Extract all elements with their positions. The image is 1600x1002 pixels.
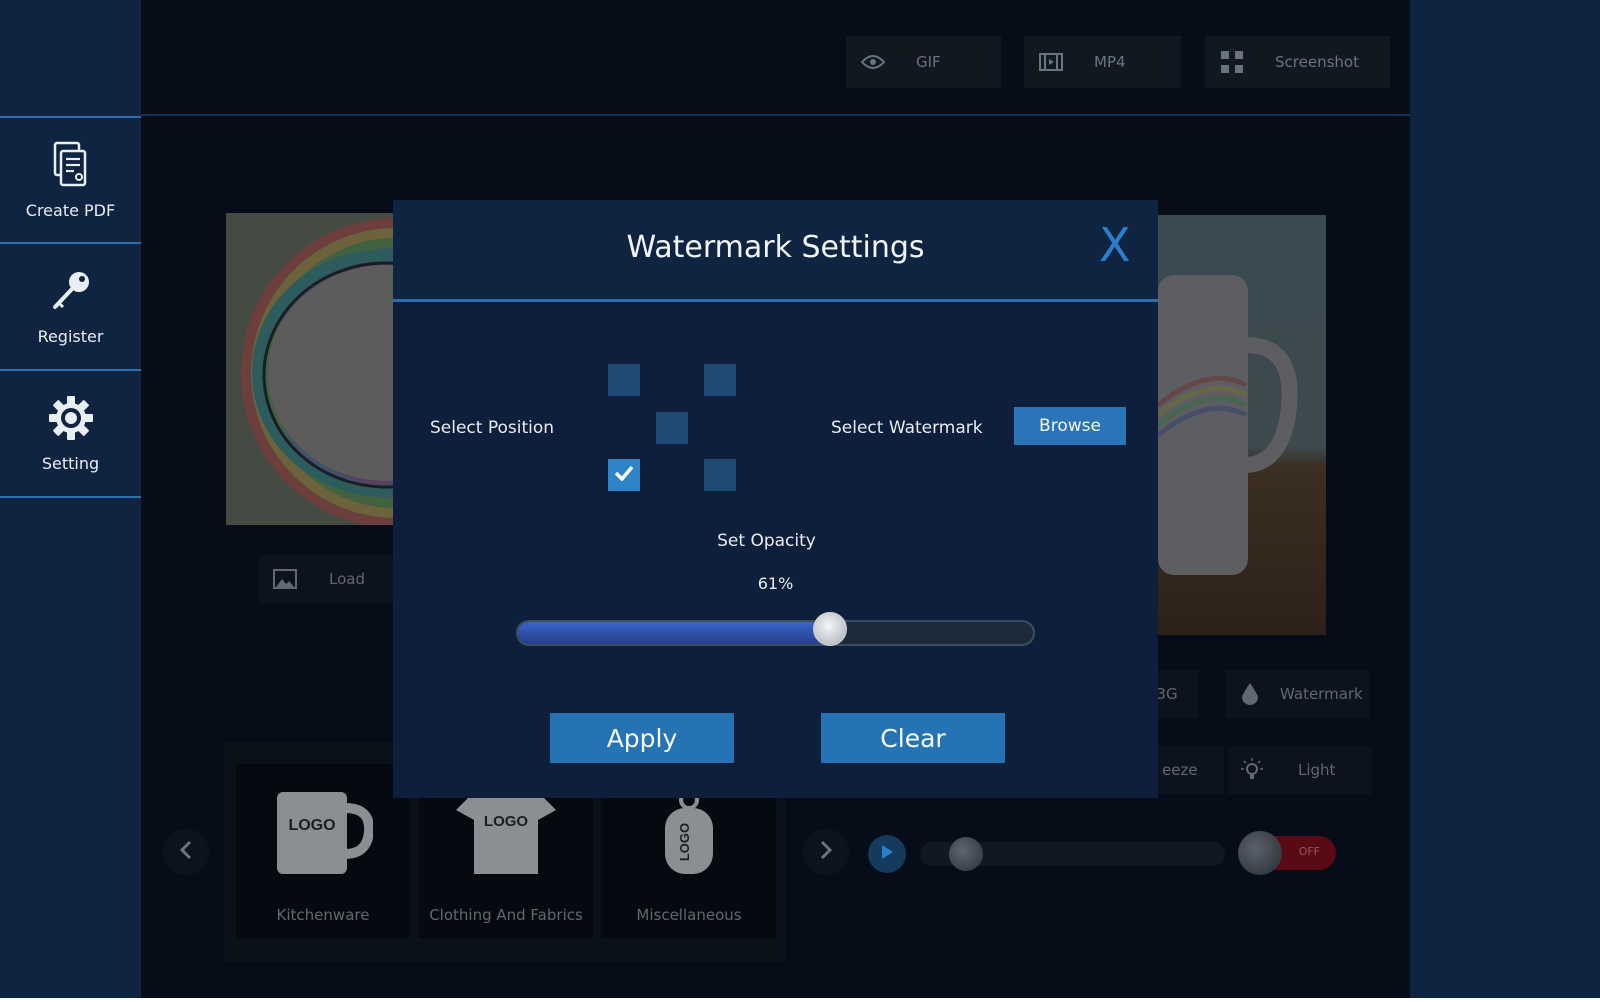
- gif-label: GIF: [916, 53, 941, 71]
- opacity-slider[interactable]: [516, 620, 1035, 646]
- mockup-image-preview: [1158, 215, 1326, 635]
- video-progress-slider[interactable]: [920, 837, 1225, 871]
- close-button[interactable]: X: [1099, 222, 1131, 268]
- tshirt-logo-icon: LOGO: [451, 788, 561, 878]
- chevron-left-icon: [179, 840, 193, 864]
- mp4-button[interactable]: MP4: [1024, 36, 1181, 88]
- keychain-logo-icon: LOGO: [634, 788, 744, 878]
- play-icon: [880, 844, 894, 864]
- bg-label: 3G: [1156, 685, 1178, 703]
- watermark-label: Watermark: [1280, 685, 1363, 703]
- gif-button[interactable]: GIF: [846, 36, 1001, 88]
- gear-icon: [47, 394, 95, 442]
- category-label: Clothing And Fabrics: [429, 906, 583, 924]
- play-button[interactable]: [868, 835, 906, 873]
- sidebar-item-label: Register: [37, 327, 104, 346]
- mp4-label: MP4: [1094, 53, 1126, 71]
- sidebar-item-create-pdf[interactable]: Create PDF: [0, 116, 141, 243]
- video-progress-knob[interactable]: [948, 837, 983, 871]
- screenshot-label: Screenshot: [1275, 53, 1359, 71]
- opacity-value: 61%: [757, 574, 794, 593]
- film-icon: [1038, 51, 1064, 73]
- svg-text:LOGO: LOGO: [677, 823, 692, 861]
- image-icon: [273, 569, 297, 589]
- sidebar-item-label: Create PDF: [25, 201, 116, 220]
- lightbulb-icon: [1240, 758, 1264, 782]
- chevron-right-icon: [819, 840, 833, 864]
- svg-text:LOGO: LOGO: [484, 813, 528, 830]
- position-top-left[interactable]: [608, 364, 640, 396]
- eye-icon: [860, 51, 886, 73]
- top-toolbar: GIF MP4 Screenshot: [141, 0, 1410, 116]
- toggle-knob: [1238, 831, 1282, 875]
- prev-category-button[interactable]: [163, 829, 209, 875]
- mug-logo-icon: LOGO: [268, 788, 378, 878]
- dialog-header: Watermark Settings X: [393, 200, 1158, 302]
- screenshot-button[interactable]: Screenshot: [1205, 36, 1390, 88]
- checkmark-icon: [614, 465, 634, 485]
- category-kitchenware[interactable]: LOGO Kitchenware: [236, 764, 410, 938]
- select-watermark-label: Select Watermark: [831, 418, 983, 438]
- right-panel: [1410, 0, 1600, 1000]
- window-bottom-edge: [0, 998, 1600, 1002]
- light-button[interactable]: Light: [1228, 746, 1372, 794]
- bg-button[interactable]: 3G: [1156, 670, 1198, 718]
- watermark-button[interactable]: Watermark: [1226, 670, 1369, 718]
- browse-button[interactable]: Browse: [1014, 407, 1126, 445]
- toggle-label: OFF: [1298, 845, 1320, 858]
- freeze-label: eeze: [1162, 761, 1198, 779]
- document-icon: [47, 141, 95, 189]
- position-bottom-right[interactable]: [704, 459, 736, 491]
- position-top-right[interactable]: [704, 364, 736, 396]
- off-toggle[interactable]: OFF: [1238, 831, 1336, 875]
- position-center[interactable]: [656, 412, 688, 444]
- drop-icon: [1240, 683, 1260, 705]
- key-icon: [47, 267, 95, 315]
- position-bottom-left[interactable]: [608, 459, 640, 491]
- select-position-label: Select Position: [430, 418, 555, 438]
- clear-button[interactable]: Clear: [821, 713, 1005, 763]
- load-button[interactable]: Load: [259, 555, 399, 603]
- light-label: Light: [1298, 761, 1336, 779]
- dialog-title: Watermark Settings: [626, 230, 925, 265]
- sidebar-divider: [0, 496, 141, 498]
- sidebar-item-label: Setting: [41, 454, 100, 473]
- apply-button[interactable]: Apply: [550, 713, 734, 763]
- sidebar-item-setting[interactable]: Setting: [0, 369, 141, 496]
- category-label: Miscellaneous: [636, 906, 742, 924]
- opacity-slider-knob[interactable]: [812, 612, 847, 646]
- sidebar: Create PDF Register Setting: [0, 0, 141, 1000]
- next-category-button[interactable]: [803, 829, 849, 875]
- capture-frame-icon: [1219, 51, 1245, 73]
- freeze-button[interactable]: eeze: [1158, 746, 1224, 794]
- set-opacity-label: Set Opacity: [717, 531, 816, 551]
- opacity-slider-fill: [518, 622, 833, 644]
- load-label: Load: [329, 570, 365, 588]
- watermark-settings-dialog: Watermark Settings X Select Position Sel…: [393, 200, 1158, 798]
- category-label: Kitchenware: [276, 906, 370, 924]
- sidebar-item-register[interactable]: Register: [0, 242, 141, 369]
- svg-text:LOGO: LOGO: [288, 817, 335, 834]
- source-image-preview: [226, 213, 394, 525]
- app-window: Create PDF Register Setting GIF MP4 Scre…: [0, 0, 1600, 1000]
